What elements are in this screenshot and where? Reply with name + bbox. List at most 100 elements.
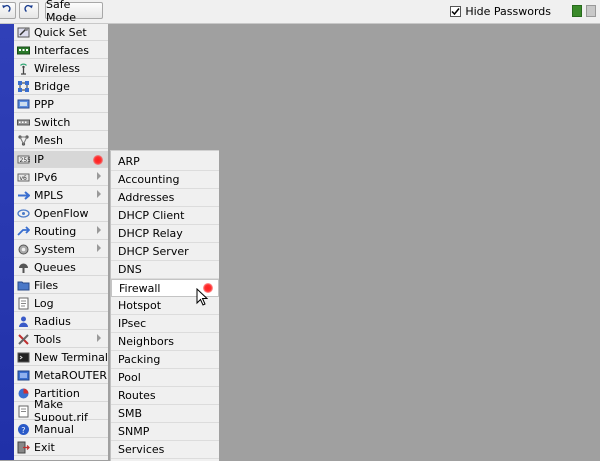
menu-item-new-terminal[interactable]: New Terminal xyxy=(14,349,108,366)
menu-label: Manual xyxy=(34,422,74,436)
radius-icon xyxy=(17,315,30,328)
bridge-icon xyxy=(17,80,30,93)
safe-mode-button[interactable]: Safe Mode xyxy=(45,0,103,24)
menu-label: Exit xyxy=(34,440,55,454)
ip-icon: 255 xyxy=(17,153,30,166)
menu-label: Files xyxy=(34,278,59,292)
submenu-item-dhcp-client[interactable]: DHCP Client xyxy=(111,207,219,225)
menu-item-log[interactable]: Log xyxy=(14,295,108,312)
terminal-icon xyxy=(17,351,30,364)
hide-passwords-toggle[interactable]: Hide Passwords xyxy=(450,5,551,18)
menu-label: Routing xyxy=(34,224,77,238)
hide-passwords-checkbox[interactable] xyxy=(450,6,462,17)
menu-item-ip[interactable]: 255 IP xyxy=(14,151,108,168)
submenu-label: Firewall xyxy=(119,281,161,295)
submenu-arrow-icon xyxy=(96,244,102,252)
submenu-item-pool[interactable]: Pool xyxy=(111,369,219,387)
submenu-item-smb[interactable]: SMB xyxy=(111,405,219,423)
menu-label: OpenFlow xyxy=(34,206,89,220)
menu-label: Queues xyxy=(34,260,76,274)
svg-text:v6: v6 xyxy=(20,175,28,182)
undo-button[interactable] xyxy=(0,2,16,19)
submenu-item-ipsec[interactable]: IPsec xyxy=(111,315,219,333)
system-icon xyxy=(17,243,30,256)
menu-item-mesh[interactable]: Mesh xyxy=(14,132,108,149)
log-icon xyxy=(17,297,30,310)
files-icon xyxy=(17,279,30,292)
submenu-item-dhcp-relay[interactable]: DHCP Relay xyxy=(111,225,219,243)
menu-item-manual[interactable]: ? Manual xyxy=(14,421,108,438)
redo-button[interactable] xyxy=(19,2,39,19)
submenu-item-services[interactable]: Services xyxy=(111,441,219,459)
mpls-icon xyxy=(17,189,30,202)
quick-set-icon xyxy=(17,26,30,39)
mesh-icon xyxy=(17,134,30,147)
menu-item-exit[interactable]: Exit xyxy=(14,439,108,456)
menu-label: MPLS xyxy=(34,188,64,202)
menu-item-ipv6[interactable]: v6 IPv6 xyxy=(14,169,108,186)
mouse-pointer-icon xyxy=(196,287,209,306)
menu-label: Quick Set xyxy=(34,25,87,39)
menu-item-routing[interactable]: Routing xyxy=(14,223,108,240)
submenu-arrow-icon xyxy=(96,172,102,180)
hide-passwords-label: Hide Passwords xyxy=(465,5,551,18)
menu-item-bridge[interactable]: Bridge xyxy=(14,78,108,95)
menu-label: Radius xyxy=(34,314,71,328)
submenu-item-accounting[interactable]: Accounting xyxy=(111,171,219,189)
menu-label: Mesh xyxy=(34,133,63,147)
switch-icon xyxy=(17,116,30,129)
menu-item-metarouter[interactable]: MetaROUTER xyxy=(14,367,108,384)
menu-item-mpls[interactable]: MPLS xyxy=(14,187,108,204)
undo-icon xyxy=(1,4,11,17)
click-indicator xyxy=(93,155,103,165)
queues-icon xyxy=(17,261,30,274)
ppp-icon xyxy=(17,98,30,111)
menu-item-make-supout[interactable]: Make Supout.rif xyxy=(14,398,108,424)
main-menu: Quick Set Interfaces Wireless Bridge PPP… xyxy=(14,24,108,460)
submenu-arrow-icon xyxy=(96,226,102,234)
menu-item-quick-set[interactable]: Quick Set xyxy=(14,24,108,41)
menu-label: New Terminal xyxy=(34,350,108,364)
menu-item-system[interactable]: System xyxy=(14,241,108,258)
submenu-item-routes[interactable]: Routes xyxy=(111,387,219,405)
openflow-icon xyxy=(17,207,30,220)
menu-item-switch[interactable]: Switch xyxy=(14,114,108,131)
submenu-item-snmp[interactable]: SNMP xyxy=(111,423,219,441)
interfaces-icon xyxy=(17,44,30,57)
submenu-item-dns[interactable]: DNS xyxy=(111,261,219,279)
menu-item-interfaces[interactable]: Interfaces xyxy=(14,42,108,59)
submenu-item-dhcp-server[interactable]: DHCP Server xyxy=(111,243,219,261)
exit-icon xyxy=(17,441,30,454)
menu-item-ppp[interactable]: PPP xyxy=(14,96,108,113)
submenu-item-neighbors[interactable]: Neighbors xyxy=(111,333,219,351)
submenu-arrow-icon xyxy=(96,190,102,198)
supout-icon xyxy=(17,405,30,418)
routing-icon xyxy=(17,225,30,238)
menu-label: PPP xyxy=(34,97,54,111)
menu-label: Bridge xyxy=(34,79,70,93)
checkmark-icon xyxy=(451,8,460,16)
brand-strip: nBox xyxy=(0,24,14,460)
submenu-arrow-icon xyxy=(96,334,102,342)
manual-icon: ? xyxy=(17,423,30,436)
submenu-item-arp[interactable]: ARP xyxy=(111,153,219,171)
svg-text:255: 255 xyxy=(20,157,31,164)
menu-label: Tools xyxy=(34,332,62,346)
menu-item-queues[interactable]: Queues xyxy=(14,259,108,276)
menu-label: Wireless xyxy=(34,61,81,75)
menu-label: MetaROUTER xyxy=(34,368,107,382)
menu-label: System xyxy=(34,242,76,256)
submenu-item-packing[interactable]: Packing xyxy=(111,351,219,369)
submenu-item-addresses[interactable]: Addresses xyxy=(111,189,219,207)
menu-label: Switch xyxy=(34,115,71,129)
wireless-icon xyxy=(17,62,30,75)
redo-icon xyxy=(24,4,34,17)
partition-icon xyxy=(17,387,30,400)
menu-item-files[interactable]: Files xyxy=(14,277,108,294)
menu-item-tools[interactable]: Tools xyxy=(14,331,108,348)
metarouter-icon xyxy=(17,369,30,382)
menu-item-openflow[interactable]: OpenFlow xyxy=(14,205,108,222)
menu-item-radius[interactable]: Radius xyxy=(14,313,108,330)
menu-item-wireless[interactable]: Wireless xyxy=(14,60,108,77)
menu-label: Interfaces xyxy=(34,43,89,57)
